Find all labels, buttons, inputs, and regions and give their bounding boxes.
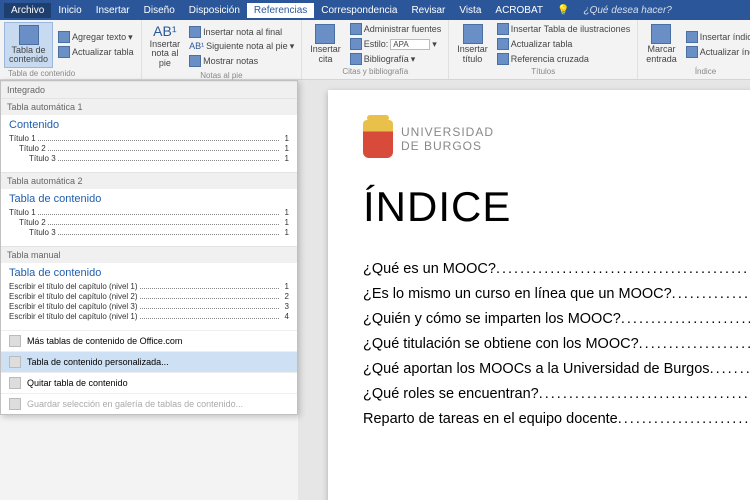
toc-preview-line: Título 11	[9, 208, 289, 217]
gallery-custom-toc[interactable]: Tabla de contenido personalizada...	[1, 351, 297, 372]
insert-tof-button[interactable]: Insertar Tabla de ilustraciones	[494, 22, 633, 36]
toc-preview-line: Título 21	[9, 144, 289, 153]
document-page[interactable]: UNIVERSIDADDE BURGOS ÍNDICE ¿Qué es un M…	[328, 90, 750, 500]
menu-file[interactable]: Archivo	[4, 3, 51, 18]
ribbon-group-captions: Insertar título Insertar Tabla de ilustr…	[449, 20, 638, 79]
toc-gallery-dropdown: Integrado Tabla automática 1 Contenido T…	[0, 80, 298, 415]
crossref-icon	[497, 53, 509, 65]
index-icon	[686, 31, 698, 43]
gallery-remove-toc[interactable]: Quitar tabla de contenido	[1, 372, 297, 393]
office-icon	[9, 335, 21, 347]
index-entry: ¿Qué roles se encuentran?...............…	[363, 386, 750, 402]
doc-title: ÍNDICE	[363, 183, 750, 231]
index-entry: Reparto de tareas en el equipo docente..…	[363, 411, 750, 427]
index-entry: ¿Es lo mismo un curso en línea que un MO…	[363, 286, 750, 302]
gallery-save-selection: Guardar selección en galería de tablas d…	[1, 393, 297, 414]
lightbulb-icon: 💡	[550, 3, 576, 18]
next-footnote-button[interactable]: AB¹Siguiente nota al pie ▾	[186, 40, 297, 53]
citation-style-select[interactable]: Estilo: APA ▾	[347, 37, 445, 51]
tell-me-search[interactable]: ¿Qué desea hacer?	[576, 3, 678, 18]
update-icon	[58, 46, 70, 58]
caption-icon	[463, 24, 483, 44]
style-icon	[350, 38, 362, 50]
index-entry: ¿Qué es un MOOC? .......................…	[363, 261, 750, 277]
university-logo: UNIVERSIDADDE BURGOS	[363, 120, 750, 158]
toc-button[interactable]: Tabla de contenido	[4, 22, 53, 68]
toc-preview-line: Escribir el título del capítulo (nivel 3…	[9, 302, 289, 311]
menu-home[interactable]: Inicio	[51, 3, 88, 18]
update-index-button[interactable]: Actualizar índice	[683, 45, 750, 59]
index-entry: ¿Qué aportan los MOOCs a la Universidad …	[363, 361, 750, 377]
custom-icon	[9, 356, 21, 368]
update-icon	[686, 46, 698, 58]
group-label: Tabla de contenido	[4, 68, 137, 79]
save-icon	[9, 398, 21, 410]
insert-footnote-button[interactable]: AB¹Insertar nota al pie	[146, 22, 185, 70]
ribbon-group-index: Marcar entrada Insertar índice Actualiza…	[638, 20, 750, 79]
gallery-auto1-header: Tabla automática 1	[1, 98, 297, 115]
gallery-auto1-preview[interactable]: Contenido Título 11Título 21Título 31	[1, 115, 297, 172]
add-text-icon	[58, 31, 70, 43]
insert-citation-button[interactable]: Insertar cita	[306, 22, 345, 66]
document-canvas[interactable]: UNIVERSIDADDE BURGOS ÍNDICE ¿Qué es un M…	[298, 80, 750, 500]
update-toc-button[interactable]: Actualizar tabla	[55, 45, 137, 59]
endnote-icon	[189, 26, 201, 38]
insert-caption-button[interactable]: Insertar título	[453, 22, 492, 66]
group-label: Índice	[642, 66, 750, 77]
update-icon	[497, 38, 509, 50]
gallery-more-office[interactable]: Más tablas de contenido de Office.com	[1, 330, 297, 351]
biblio-icon	[350, 53, 362, 65]
toc-preview-line: Escribir el título del capítulo (nivel 1…	[9, 312, 289, 321]
cross-ref-button[interactable]: Referencia cruzada	[494, 52, 633, 66]
menu-mailings[interactable]: Correspondencia	[314, 3, 404, 18]
mark-entry-button[interactable]: Marcar entrada	[642, 22, 681, 66]
insert-endnote-button[interactable]: Insertar nota al final	[186, 25, 297, 39]
ribbon-group-citations: Insertar cita Administrar fuentes Estilo…	[302, 20, 449, 79]
gallery-section-builtin: Integrado	[1, 81, 297, 98]
menu-bar: Archivo Inicio Insertar Diseño Disposici…	[0, 0, 750, 20]
group-label: Citas y bibliografía	[306, 66, 444, 77]
crest-icon	[363, 120, 393, 158]
citation-icon	[315, 24, 335, 44]
add-text-button[interactable]: Agregar texto ▾	[55, 30, 137, 44]
toc-icon	[19, 25, 39, 45]
gallery-auto2-preview[interactable]: Tabla de contenido Título 11Título 21Tít…	[1, 189, 297, 246]
menu-acrobat[interactable]: ACROBAT	[488, 3, 550, 18]
manage-sources-button[interactable]: Administrar fuentes	[347, 22, 445, 36]
show-notes-icon	[189, 55, 201, 67]
toc-preview-line: Título 31	[9, 228, 289, 237]
update-tof-button[interactable]: Actualizar tabla	[494, 37, 633, 51]
menu-review[interactable]: Revisar	[404, 3, 452, 18]
sources-icon	[350, 23, 362, 35]
gallery-auto2-header: Tabla automática 2	[1, 172, 297, 189]
gallery-manual-header: Tabla manual	[1, 246, 297, 263]
index-entry: ¿Quién y cómo se imparten los MOOC? ....…	[363, 311, 750, 327]
mark-entry-icon	[651, 24, 671, 44]
ribbon: Tabla de contenido Agregar texto ▾ Actua…	[0, 20, 750, 80]
tof-icon	[497, 23, 509, 35]
menu-design[interactable]: Diseño	[137, 3, 182, 18]
ribbon-group-footnotes: AB¹Insertar nota al pie Insertar nota al…	[142, 20, 303, 79]
toc-preview-line: Escribir el título del capítulo (nivel 2…	[9, 292, 289, 301]
toc-preview-line: Título 11	[9, 134, 289, 143]
gallery-manual-preview[interactable]: Tabla de contenido Escribir el título de…	[1, 263, 297, 330]
toc-preview-line: Título 31	[9, 154, 289, 163]
show-notes-button[interactable]: Mostrar notas	[186, 54, 297, 68]
toc-preview-line: Título 21	[9, 218, 289, 227]
bibliography-button[interactable]: Bibliografía ▾	[347, 52, 445, 66]
ribbon-group-toc: Tabla de contenido Agregar texto ▾ Actua…	[0, 20, 142, 79]
ab-icon: AB¹	[153, 24, 176, 39]
index-entry: ¿Qué titulación se obtiene con los MOOC?…	[363, 336, 750, 352]
remove-icon	[9, 377, 21, 389]
group-label: Títulos	[453, 66, 633, 77]
insert-index-button[interactable]: Insertar índice	[683, 30, 750, 44]
menu-view[interactable]: Vista	[452, 3, 488, 18]
menu-references[interactable]: Referencias	[247, 3, 314, 18]
toc-preview-line: Escribir el título del capítulo (nivel 1…	[9, 282, 289, 291]
menu-insert[interactable]: Insertar	[89, 3, 137, 18]
menu-layout[interactable]: Disposición	[182, 3, 247, 18]
